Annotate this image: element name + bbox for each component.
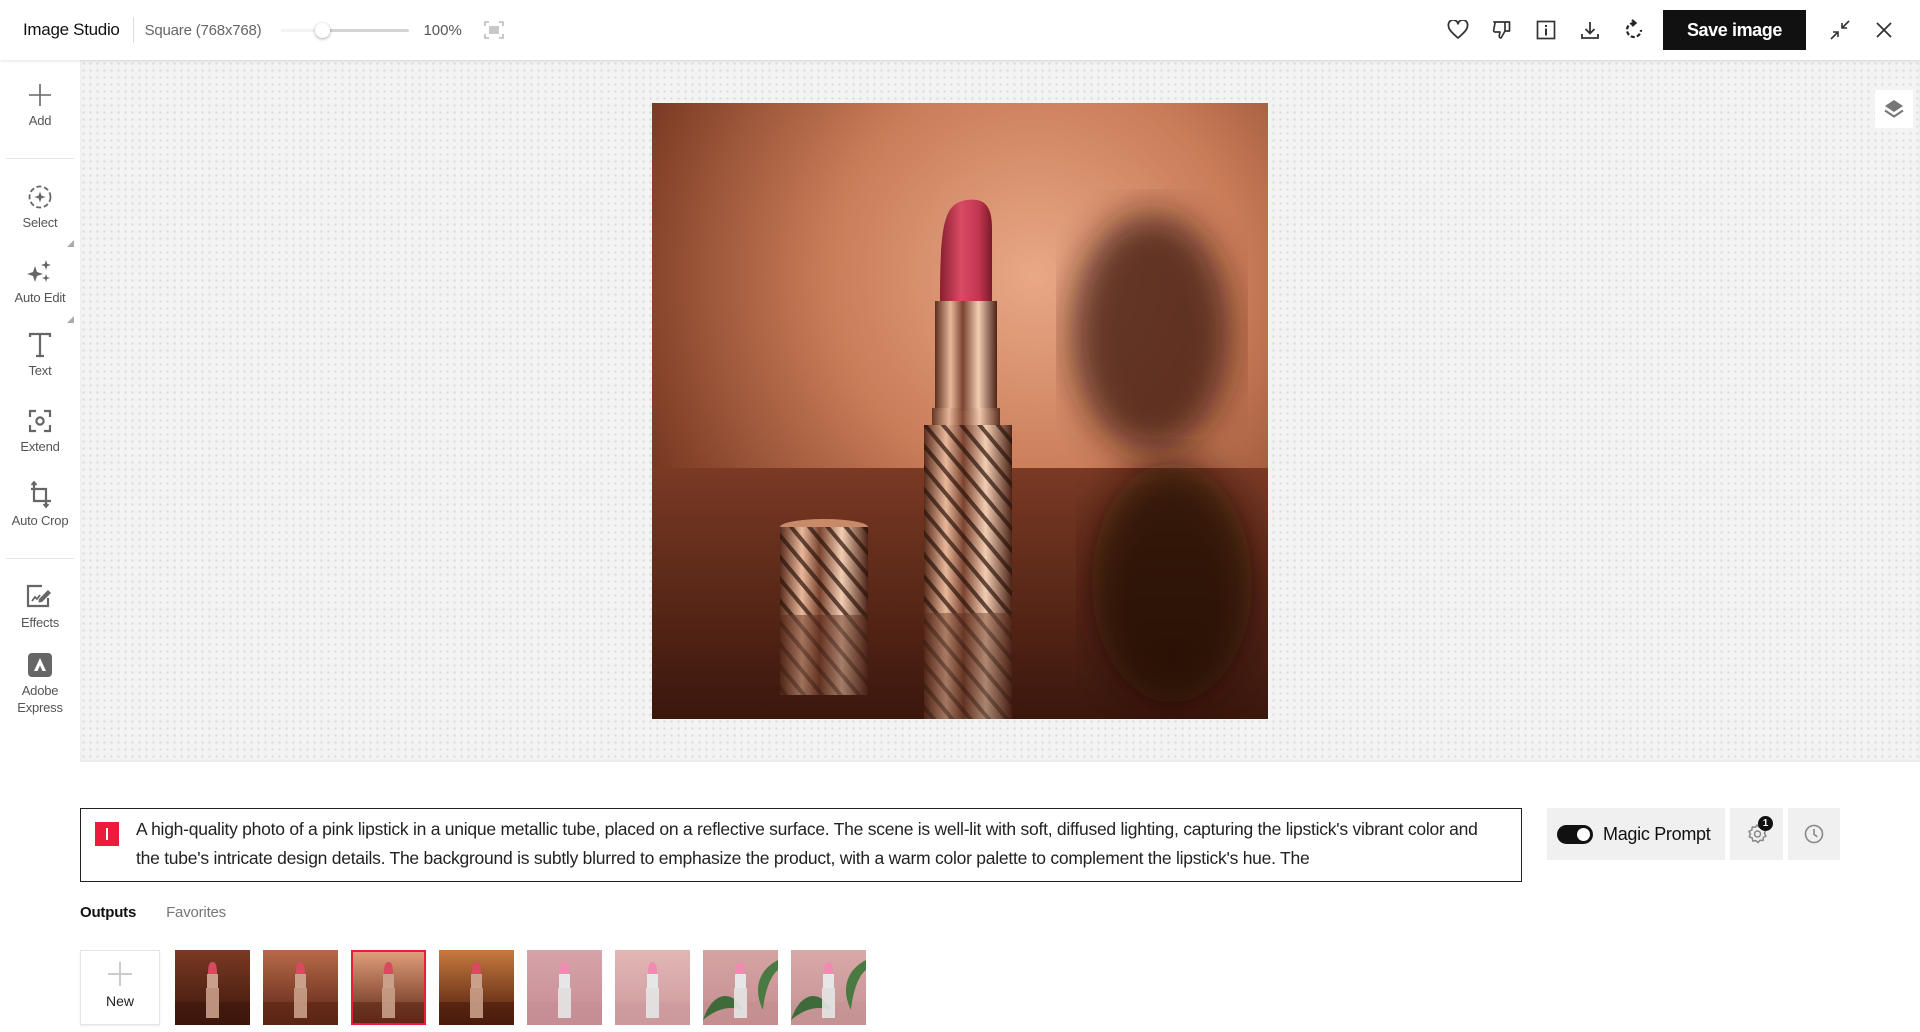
prompt-text[interactable]: A high-quality photo of a pink lipstick … xyxy=(136,815,1501,875)
close-button[interactable] xyxy=(1862,8,1906,52)
output-thumbnail[interactable] xyxy=(263,950,338,1025)
tab-outputs[interactable]: Outputs xyxy=(80,904,136,921)
app-title: Image Studio xyxy=(23,20,120,39)
output-thumbnail[interactable] xyxy=(351,950,426,1025)
thumbnail-image xyxy=(351,950,426,1025)
toggle-knob xyxy=(1577,827,1590,841)
tool-text[interactable]: Text xyxy=(0,330,80,379)
tool-select[interactable]: Select xyxy=(0,182,80,231)
plus-icon xyxy=(108,962,132,986)
tab-favorites[interactable]: Favorites xyxy=(166,904,226,921)
select-icon xyxy=(28,185,52,209)
magic-prompt-label: Magic Prompt xyxy=(1603,823,1711,844)
new-generation-button[interactable]: New xyxy=(80,950,160,1025)
output-tabs: Outputs Favorites xyxy=(80,904,226,921)
output-thumbnail[interactable] xyxy=(175,950,250,1025)
crop-icon xyxy=(30,481,51,509)
extend-icon xyxy=(28,409,52,433)
tool-auto-edit[interactable]: Auto Edit xyxy=(0,257,80,306)
thumbnail-image xyxy=(263,950,338,1025)
thumbnail-image xyxy=(439,950,514,1025)
toggle-switch[interactable] xyxy=(1557,824,1593,844)
tool-label: Extend xyxy=(20,439,60,454)
info-button[interactable] xyxy=(1524,8,1568,52)
clock-icon xyxy=(1804,824,1824,844)
refresh-icon xyxy=(1625,19,1643,39)
tool-adobe-express[interactable]: Adobe Express xyxy=(0,650,80,716)
new-label: New xyxy=(105,993,134,1009)
effects-icon xyxy=(26,584,51,608)
tool-extend[interactable]: Extend xyxy=(0,406,80,455)
image-canvas[interactable] xyxy=(80,60,1920,762)
thumbs-down-icon xyxy=(1492,21,1511,39)
plus-icon xyxy=(29,84,51,106)
settings-badge: 1 xyxy=(1758,816,1773,831)
save-image-button[interactable]: Save image xyxy=(1662,10,1806,50)
history-button[interactable] xyxy=(1788,808,1840,860)
thumbnail-image xyxy=(703,950,778,1025)
tool-label: Select xyxy=(22,215,58,230)
tool-label: Auto Crop xyxy=(11,513,69,528)
dislike-button[interactable] xyxy=(1480,8,1524,52)
top-bar: Image Studio Square (768x768) 100% Save … xyxy=(0,0,1920,60)
download-button[interactable] xyxy=(1568,8,1612,52)
output-thumbnail[interactable] xyxy=(439,950,514,1025)
tool-add[interactable]: Add xyxy=(0,80,80,129)
adobe-express-icon xyxy=(28,653,52,677)
fit-screen-button[interactable] xyxy=(482,18,506,42)
thumbnail-image xyxy=(615,950,690,1025)
thumbnail-image xyxy=(791,950,866,1025)
favorite-button[interactable] xyxy=(1436,8,1480,52)
output-thumbnail[interactable] xyxy=(791,950,866,1025)
thumbnail-image xyxy=(527,950,602,1025)
magic-prompt-toggle[interactable]: Magic Prompt xyxy=(1547,808,1725,860)
text-icon xyxy=(28,332,52,358)
submenu-indicator xyxy=(67,316,74,323)
info-icon xyxy=(1536,20,1556,40)
layers-icon xyxy=(1884,100,1904,118)
output-thumbnail[interactable] xyxy=(703,950,778,1025)
output-thumbnail[interactable] xyxy=(615,950,690,1025)
sidebar-divider xyxy=(6,558,74,559)
header-divider xyxy=(132,17,134,43)
generation-settings-button[interactable]: 1 xyxy=(1730,808,1783,860)
tool-sidebar: Add Select Auto Edit Text Extend Auto Cr… xyxy=(0,60,80,762)
minimize-button[interactable] xyxy=(1818,8,1862,52)
tool-auto-crop[interactable]: Auto Crop xyxy=(0,480,80,529)
fit-screen-icon xyxy=(484,21,504,39)
thumbnail-image xyxy=(175,950,250,1025)
tool-label: Auto Edit xyxy=(14,290,66,305)
sidebar-divider xyxy=(6,158,74,159)
generated-image[interactable] xyxy=(652,103,1268,719)
submenu-indicator xyxy=(67,240,74,247)
zoom-slider[interactable] xyxy=(281,20,410,40)
tool-label: Adobe Express xyxy=(17,683,63,715)
output-thumbnail[interactable] xyxy=(527,950,602,1025)
tool-label: Add xyxy=(28,113,52,128)
tool-effects[interactable]: Effects xyxy=(0,582,80,631)
regenerate-button[interactable] xyxy=(1612,8,1656,52)
download-icon xyxy=(1581,22,1599,39)
minimize-icon xyxy=(1830,20,1850,40)
tool-label: Effects xyxy=(20,615,60,630)
prompt-input[interactable]: A high-quality photo of a pink lipstick … xyxy=(80,808,1522,882)
canvas-size-label: Square (768x768) xyxy=(144,21,262,39)
heart-icon xyxy=(1447,20,1469,39)
layers-button[interactable] xyxy=(1875,90,1913,128)
zoom-value: 100% xyxy=(423,21,462,39)
firefly-prompt-icon xyxy=(95,822,119,846)
zoom-slider-handle[interactable] xyxy=(315,23,331,38)
tool-label: Text xyxy=(28,363,52,378)
close-icon xyxy=(1876,22,1892,38)
lipstick-photo xyxy=(652,103,1268,719)
sparkles-icon xyxy=(27,260,51,282)
